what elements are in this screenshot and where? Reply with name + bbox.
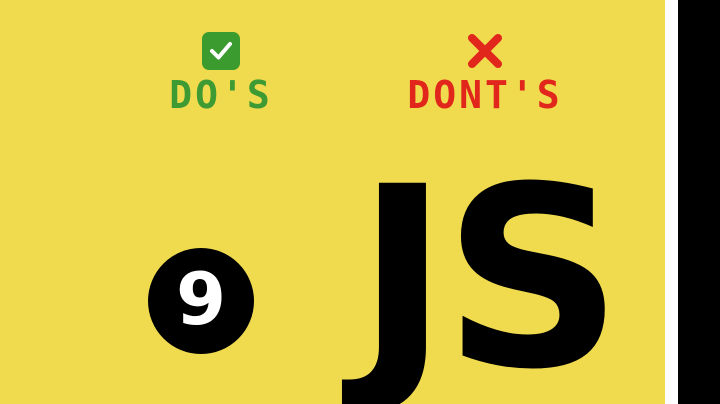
dos-column: DO'S [136, 30, 306, 114]
thumbnail-frame: DO'S DONT'S 9 JS [0, 0, 720, 404]
check-mark-icon [202, 32, 240, 70]
donts-column: DONT'S [385, 30, 585, 114]
donts-icon-wrapper [464, 30, 506, 72]
dos-icon-wrapper [200, 30, 242, 72]
yellow-panel: DO'S DONT'S 9 JS [0, 0, 665, 404]
right-edge-strip [665, 0, 678, 404]
number-badge: 9 [148, 248, 254, 354]
dos-label: DO'S [169, 73, 273, 117]
number-badge-text: 9 [175, 257, 227, 341]
js-logo-text: JS [356, 133, 623, 404]
cross-mark-icon [465, 31, 505, 71]
donts-label: DONT'S [407, 73, 563, 117]
